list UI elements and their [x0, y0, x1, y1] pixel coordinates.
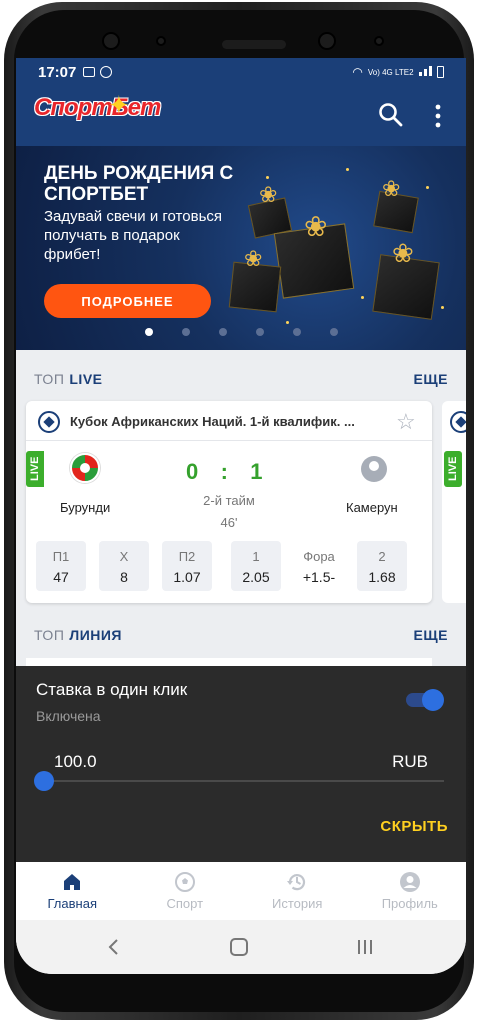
top-line-header: ТОП ЛИНИЯ ЕЩЕ [16, 615, 466, 655]
burundi-flag-icon [70, 453, 100, 483]
system-navigation-bar [16, 920, 466, 974]
app-bar: СпортБет ✦ [16, 86, 466, 146]
app-screen: 17:07 ◠ Vo) 4G LTE2 СпортБет ✦ ДЕНЬ РОЖД… [16, 58, 466, 974]
home-icon [64, 874, 81, 890]
team-placeholder-icon [361, 456, 387, 482]
front-camera-2 [318, 32, 336, 50]
banner-dot-6[interactable] [330, 328, 338, 336]
top-live-header: ТОП LIVE ЕЩЕ [16, 359, 466, 399]
toggle-knob [422, 689, 444, 711]
recents-icon[interactable] [356, 938, 374, 956]
nav-sport[interactable]: Спорт [129, 862, 242, 920]
odd-p2[interactable]: П2 1.07 [162, 541, 212, 591]
hide-button[interactable]: СКРЫТЬ [380, 818, 448, 835]
home-button-icon[interactable] [230, 938, 248, 956]
odd-handicap-2[interactable]: 2 1.68 [357, 541, 407, 591]
amount-slider-track[interactable] [44, 780, 444, 782]
status-bar: 17:07 ◠ Vo) 4G LTE2 [16, 58, 466, 86]
odd-handicap-value: Фора +1.5- [294, 541, 344, 591]
live-match-card[interactable]: Кубок Африканских Наций. 1-й квалифик. .… [26, 401, 432, 603]
earpiece-speaker [222, 40, 286, 49]
network-indicator: Vo) 4G LTE2 [367, 67, 414, 77]
banner-dot-4[interactable] [256, 328, 264, 336]
history-icon [287, 874, 306, 891]
profile-icon [399, 872, 420, 892]
favorite-star-icon[interactable]: ☆ [396, 409, 416, 435]
search-icon[interactable] [378, 102, 404, 128]
top-live-more-link[interactable]: ЕЩЕ [414, 371, 448, 387]
nav-profile[interactable]: Профиль [354, 862, 467, 920]
app-notification-icon [100, 66, 113, 78]
gallery-notification-icon [83, 67, 96, 77]
live-badge: LIVE [26, 451, 44, 487]
sensor [156, 36, 166, 46]
banner-dot-2[interactable] [182, 328, 190, 336]
status-time: 17:07 [38, 63, 77, 81]
bottom-navigation: Главная Спорт История Профиль [16, 862, 466, 920]
banner-dot-5[interactable] [293, 328, 301, 336]
back-icon[interactable] [106, 938, 120, 956]
logo-star-icon: ✦ [108, 90, 130, 120]
bet-amount: 100.0 [54, 752, 97, 771]
banner-dot-1[interactable] [145, 328, 153, 336]
banner-dot-3[interactable] [219, 328, 227, 336]
promo-banner[interactable]: ДЕНЬ РОЖДЕНИЯ С СПОРТБЕТ Задувай свечи и… [16, 146, 466, 350]
amount-slider-thumb[interactable] [34, 771, 54, 791]
odd-x[interactable]: X8 [99, 541, 149, 591]
wifi-icon: ◠ [352, 65, 363, 79]
banner-title: ДЕНЬ РОЖДЕНИЯ С СПОРТБЕТ [44, 163, 234, 205]
one-click-title: Ставка в один клик [36, 680, 188, 699]
live-badge-next: LIVE [444, 451, 462, 487]
match-minute: 46' [220, 515, 238, 530]
odd-handicap-1[interactable]: 1 2.05 [231, 541, 281, 591]
top-line-card-peek [26, 658, 432, 666]
nav-history[interactable]: История [241, 862, 354, 920]
sensor-2 [374, 36, 384, 46]
battery-icon [437, 66, 444, 78]
match-period: 2-й тайм [203, 493, 255, 508]
top-live-title: ТОП LIVE [34, 371, 103, 387]
card-divider [26, 440, 432, 441]
football-icon [38, 411, 60, 433]
sportbet-logo[interactable]: СпортБет [34, 94, 161, 122]
ball-icon [174, 872, 195, 892]
banner-details-button[interactable]: ПОДРОБНЕЕ [44, 284, 211, 318]
banner-subtitle: Задувай свечи и готовься получать в пода… [44, 208, 223, 263]
odd-p1[interactable]: П1 47 [36, 541, 86, 591]
next-match-card-peek[interactable]: LIVE [442, 401, 466, 603]
top-line-title: ТОП ЛИНИЯ [34, 627, 122, 643]
status-right: ◠ Vo) 4G LTE2 [352, 65, 444, 79]
one-click-bet-sheet: Ставка в один клик Включена 100.0 RUB СК… [16, 666, 466, 862]
bet-currency: RUB [392, 752, 428, 771]
more-vert-icon[interactable] [434, 104, 442, 128]
front-camera [102, 32, 120, 50]
score: 0 : 1 [186, 459, 264, 484]
one-click-toggle[interactable] [406, 689, 444, 711]
signal-icon [418, 66, 432, 78]
one-click-state: Включена [36, 708, 101, 724]
league-name: Кубок Африканских Наций. 1-й квалифик. .… [70, 414, 355, 429]
nav-home[interactable]: Главная [16, 862, 129, 920]
football-icon [450, 411, 466, 433]
top-line-more-link[interactable]: ЕЩЕ [414, 627, 448, 643]
